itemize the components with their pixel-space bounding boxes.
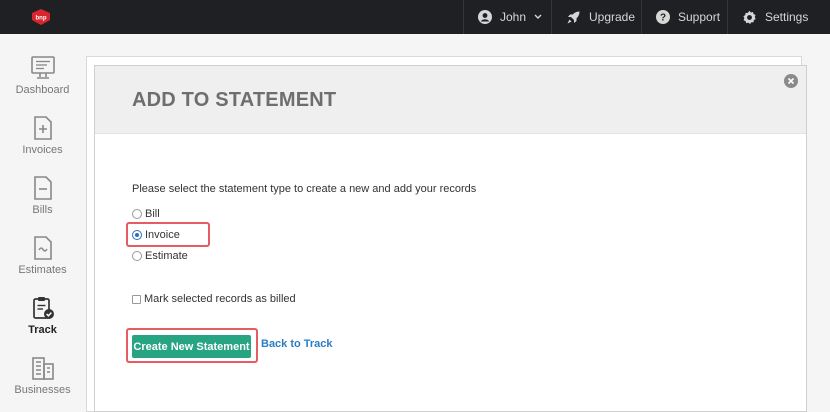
create-button-highlight-box xyxy=(126,328,258,363)
add-to-statement-modal: ADD TO STATEMENT Please select the state… xyxy=(94,65,807,412)
user-avatar-icon xyxy=(478,10,492,24)
user-name: John xyxy=(500,10,527,24)
upgrade-link[interactable]: Upgrade xyxy=(551,0,641,34)
close-button[interactable] xyxy=(784,74,798,88)
sidebar-item-label: Dashboard xyxy=(15,84,70,96)
rocket-icon xyxy=(566,10,581,25)
monitor-icon xyxy=(30,56,55,79)
back-to-track-link[interactable]: Back to Track xyxy=(261,338,333,350)
svg-text:?: ? xyxy=(660,13,666,24)
document-minus-icon xyxy=(33,176,52,200)
sidebar-item-label: Track xyxy=(28,324,57,336)
sidebar-item-track[interactable]: Track xyxy=(0,296,85,356)
modal-header: ADD TO STATEMENT xyxy=(95,66,806,134)
document-plus-icon xyxy=(33,116,52,140)
upgrade-label: Upgrade xyxy=(589,10,636,24)
clipboard-check-icon xyxy=(32,297,54,319)
top-navigation-bar: bnp John Upgrade ? Support Settings xyxy=(0,0,830,34)
support-label: Support xyxy=(678,10,721,24)
sidebar-item-label: Bills xyxy=(32,204,53,216)
mark-billed-label: Mark selected records as billed xyxy=(144,293,296,305)
radio-label: Bill xyxy=(145,208,160,220)
buildings-icon xyxy=(31,357,54,380)
radio-option-bill[interactable]: Bill xyxy=(132,208,160,220)
sidebar-item-label: Invoices xyxy=(22,144,63,156)
bnp-logo[interactable]: bnp xyxy=(30,8,52,26)
sidebar-item-label: Estimates xyxy=(18,264,67,276)
modal-title: ADD TO STATEMENT xyxy=(132,89,337,111)
document-approx-icon xyxy=(33,236,52,260)
sidebar-item-estimates[interactable]: Estimates xyxy=(0,236,85,296)
sidebar-item-dashboard[interactable]: Dashboard xyxy=(0,56,85,116)
question-circle-icon: ? xyxy=(656,10,670,24)
sidebar-item-businesses[interactable]: Businesses xyxy=(0,356,85,412)
sidebar-item-bills[interactable]: Bills xyxy=(0,176,85,236)
support-link[interactable]: ? Support xyxy=(641,0,727,34)
invoice-highlight-box xyxy=(126,222,210,247)
logo-text: bnp xyxy=(36,16,47,22)
sidebar: Dashboard Invoices Bills Estimates Track… xyxy=(0,34,85,412)
statement-type-prompt: Please select the statement type to crea… xyxy=(132,183,477,195)
gear-icon xyxy=(742,10,757,25)
settings-label: Settings xyxy=(765,10,809,24)
user-menu[interactable]: John xyxy=(463,0,551,34)
radio-button[interactable] xyxy=(132,209,142,219)
mark-billed-option[interactable]: Mark selected records as billed xyxy=(132,293,296,305)
sidebar-item-label: Businesses xyxy=(14,384,71,396)
chevron-down-icon xyxy=(534,14,542,20)
sidebar-item-invoices[interactable]: Invoices xyxy=(0,116,85,176)
radio-label: Estimate xyxy=(145,250,188,262)
radio-button[interactable] xyxy=(132,251,142,261)
radio-option-estimate[interactable]: Estimate xyxy=(132,250,188,262)
mark-billed-checkbox[interactable] xyxy=(132,294,141,304)
settings-link[interactable]: Settings xyxy=(727,0,830,34)
close-icon xyxy=(787,77,795,85)
